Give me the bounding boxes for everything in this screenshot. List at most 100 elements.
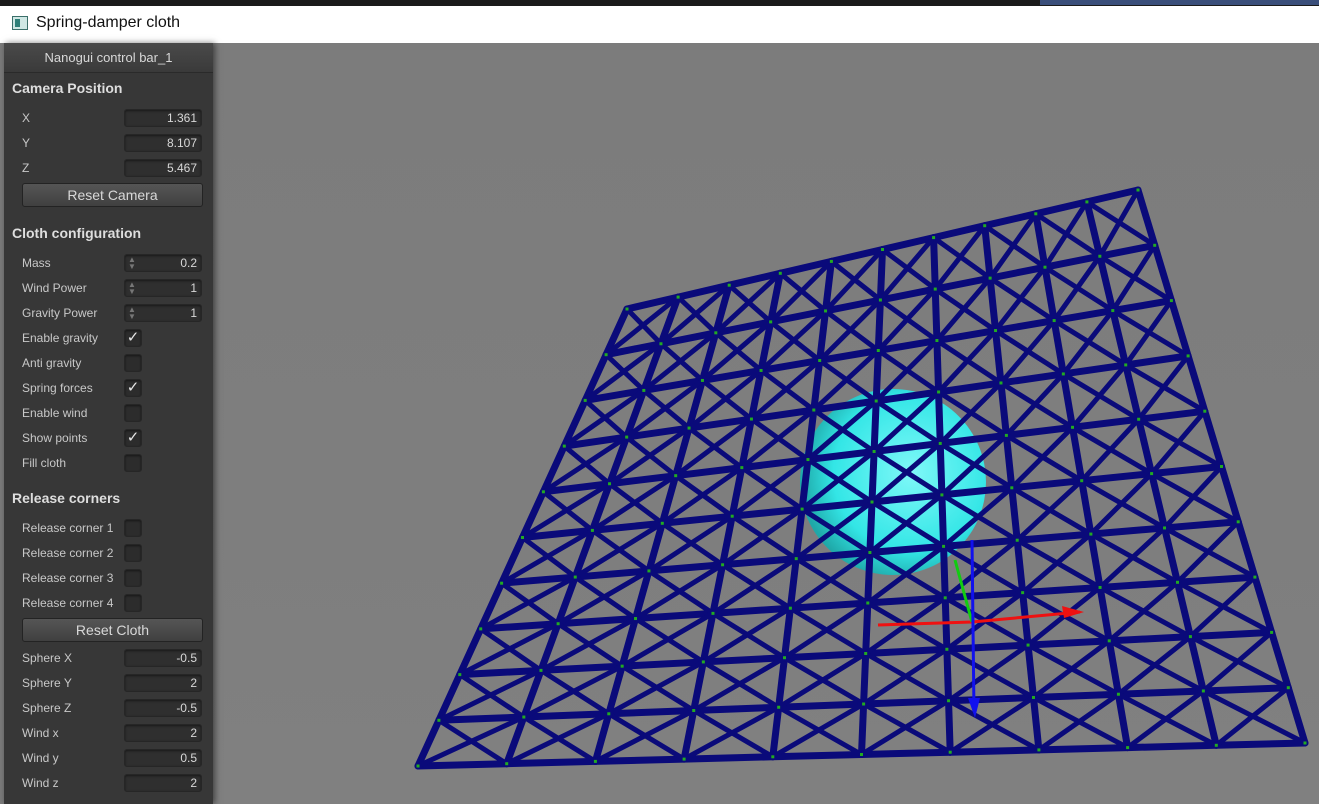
cloth-point	[1150, 472, 1154, 476]
release-corner-1-checkbox[interactable]	[124, 519, 142, 537]
cloth-spring	[864, 549, 874, 607]
spinner-arrows-icon[interactable]: ▲ ▼	[128, 281, 136, 296]
cloth-spring	[864, 594, 949, 607]
cloth-point	[1253, 575, 1257, 579]
cloth-point	[864, 652, 868, 655]
cloth-spring	[870, 397, 880, 455]
sphere-x-label: Sphere X	[22, 651, 73, 665]
cloth-point	[1137, 417, 1141, 421]
sphere-z-input[interactable]: -0.5	[124, 699, 202, 717]
cloth-point	[682, 757, 686, 761]
spring-forces-checkbox[interactable]: ✓	[124, 379, 142, 397]
cloth-point	[1163, 526, 1167, 530]
wind-x-input[interactable]: 2	[124, 724, 202, 742]
cloth-spring	[1069, 423, 1086, 485]
sphere-y-input[interactable]: 2	[124, 674, 202, 692]
camera-y-input[interactable]: 8.107	[124, 134, 202, 152]
cloth-point	[824, 309, 828, 313]
enable-gravity-checkbox[interactable]: ✓	[124, 329, 142, 347]
release-corner-3-checkbox[interactable]	[124, 569, 142, 587]
camera-z-input[interactable]: 5.467	[124, 159, 202, 177]
background-window-edge	[1040, 0, 1319, 5]
cloth-point	[1169, 299, 1173, 303]
3d-viewport[interactable]	[213, 43, 1319, 804]
cloth-point	[562, 444, 566, 448]
reset-cloth-button[interactable]: Reset Cloth	[22, 618, 203, 642]
cloth-point	[862, 702, 866, 706]
camera-x-input[interactable]: 1.361	[124, 109, 202, 127]
cloth-spring	[938, 491, 948, 550]
cloth-spring	[1050, 317, 1067, 378]
cloth-spring	[781, 650, 870, 662]
cloth-point	[692, 709, 696, 713]
sphere-x-row: Sphere X -0.5	[4, 648, 213, 670]
cloth-point	[1303, 741, 1307, 745]
cloth-point	[794, 557, 798, 561]
wind-power-spinner[interactable]: ▲ ▼ 1	[124, 279, 202, 297]
mass-spinner[interactable]: ▲ ▼ 0.2	[124, 254, 202, 272]
window-titlebar[interactable]: Spring-damper cloth	[0, 6, 1319, 43]
cloth-spring	[1174, 519, 1241, 585]
panel-header[interactable]: Nanogui control bar_1	[4, 43, 213, 73]
cloth-spring	[874, 296, 884, 354]
cloth-section-title: Cloth configuration	[12, 225, 142, 241]
cloth-spring	[1036, 691, 1121, 753]
cloth-spring	[1019, 589, 1032, 649]
cloth-point	[604, 353, 608, 357]
cloth-point	[593, 759, 597, 763]
cloth-spring	[1114, 690, 1132, 752]
cloth-point	[1188, 635, 1192, 639]
show-points-checkbox[interactable]: ✓	[124, 429, 142, 447]
cloth-spring	[946, 642, 1031, 704]
cloth-point	[1034, 212, 1038, 216]
cloth-point	[1089, 532, 1093, 536]
cloth-point	[620, 664, 624, 668]
cloth-spring	[1096, 583, 1113, 645]
cloth-point	[642, 388, 646, 392]
wind-y-row: Wind y 0.5	[4, 748, 213, 770]
cloth-spring	[1125, 688, 1206, 751]
cloth-point	[933, 287, 937, 291]
cloth-spring	[931, 285, 941, 345]
cloth-spring	[1035, 744, 1132, 754]
cloth-spring	[943, 645, 953, 705]
cloth-point	[881, 248, 884, 251]
enable-wind-checkbox[interactable]	[124, 404, 142, 422]
cloth-point	[505, 762, 509, 766]
cloth-spring	[1115, 634, 1193, 697]
cloth-spring	[933, 337, 943, 396]
cloth-point	[590, 528, 594, 532]
spinner-arrows-icon[interactable]: ▲ ▼	[128, 256, 136, 271]
cloth-point	[771, 755, 775, 759]
camera-z-row: Z 5.467	[4, 158, 213, 180]
release-corner-2-checkbox[interactable]	[124, 544, 142, 562]
wind-y-input[interactable]: 0.5	[124, 749, 202, 767]
cloth-point	[1026, 643, 1030, 647]
cloth-spring	[1059, 370, 1077, 431]
cloth-point	[942, 544, 946, 548]
cloth-spring	[1013, 536, 1027, 597]
cloth-point	[1107, 639, 1111, 643]
cloth-point	[1071, 425, 1075, 429]
anti-gravity-checkbox[interactable]	[124, 354, 142, 372]
cloth-point	[1010, 486, 1014, 490]
cloth-spring	[591, 755, 688, 765]
fill-cloth-checkbox[interactable]	[124, 454, 142, 472]
cloth-point	[740, 466, 744, 470]
cloth-point	[711, 611, 715, 615]
camera-section-title: Camera Position	[12, 80, 123, 96]
cloth-spring	[1213, 685, 1291, 748]
release-corner-4-checkbox[interactable]	[124, 594, 142, 612]
cloth-spring	[1105, 633, 1194, 645]
release-corner-3-row: Release corner 3	[4, 568, 213, 590]
spinner-arrows-icon[interactable]: ▲ ▼	[128, 306, 136, 321]
reset-camera-button[interactable]: Reset Camera	[22, 183, 203, 207]
wind-z-input[interactable]: 2	[124, 774, 202, 792]
sphere-x-input[interactable]: -0.5	[124, 649, 202, 667]
cloth-spring	[1161, 518, 1242, 532]
cloth-point	[500, 581, 504, 585]
cloth-point	[818, 358, 822, 362]
cloth-point	[1220, 465, 1223, 468]
gravity-power-spinner[interactable]: ▲ ▼ 1	[124, 304, 202, 322]
spring-forces-label: Spring forces	[22, 381, 93, 395]
